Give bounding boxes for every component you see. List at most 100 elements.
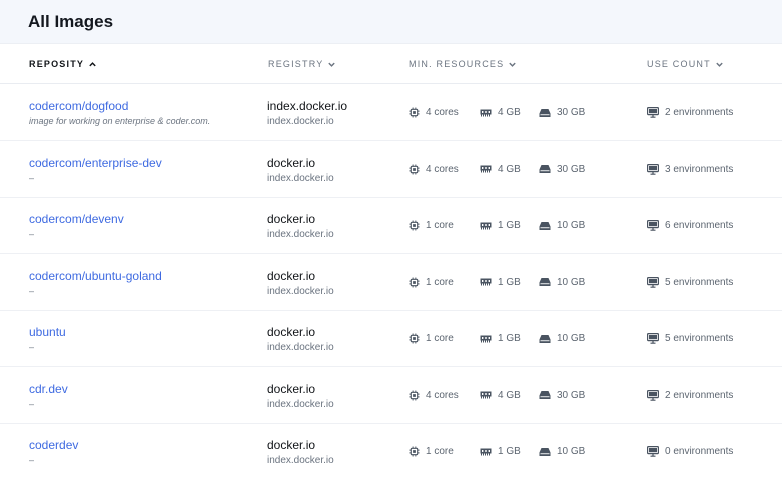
repository-description: –: [29, 229, 35, 239]
memory-resource: 4 GB: [480, 164, 521, 175]
cpu-resource: 4 cores: [409, 164, 459, 175]
hard-drive-icon: [539, 165, 551, 173]
repository-description: image for working on enterprise & coder.…: [29, 116, 211, 126]
use-count: 5 environments: [647, 277, 733, 288]
disk-value: 10 GB: [557, 333, 586, 344]
cpu-value: 1 core: [426, 276, 454, 288]
column-header-repository[interactable]: Reposity: [29, 59, 97, 69]
memory-value: 1 GB: [498, 276, 521, 288]
registry-name: docker.io: [267, 438, 316, 452]
memory-resource: 1 GB: [480, 333, 521, 344]
use-count-value: 2 environments: [665, 107, 734, 118]
cpu-icon: [409, 446, 420, 457]
monitor-icon: [647, 446, 659, 457]
disk-resource: 30 GB: [539, 164, 585, 175]
memory-value: 1 GB: [498, 333, 521, 344]
use-count: 6 environments: [647, 220, 733, 231]
registry-name: docker.io: [267, 268, 316, 283]
repository-link[interactable]: codercom/enterprise-dev: [29, 156, 162, 170]
monitor-icon: [647, 220, 659, 231]
memory-value: 1 GB: [498, 446, 521, 457]
cpu-resource: 1 core: [409, 220, 454, 231]
registry-name: docker.io: [267, 325, 316, 339]
disk-value: 30 GB: [557, 163, 586, 175]
memory-value: 1 GB: [498, 220, 521, 231]
repository-link[interactable]: coderdev: [29, 438, 78, 452]
page-title: All Images: [28, 12, 114, 31]
monitor-icon: [647, 276, 659, 288]
memory-resource: 4 GB: [480, 390, 521, 401]
disk-value: 10 GB: [557, 446, 586, 457]
hard-drive-icon: [539, 391, 551, 399]
registry-name: index.docker.io: [267, 99, 348, 113]
cpu-icon: [409, 389, 420, 401]
disk-resource: 10 GB: [539, 220, 585, 231]
hard-drive-icon: [539, 278, 551, 286]
repository-link[interactable]: codercom/devenv: [29, 212, 124, 226]
registry-url: index.docker.io: [267, 342, 334, 353]
cpu-value: 4 cores: [426, 107, 459, 118]
column-header-use-count[interactable]: Use Count: [647, 59, 724, 69]
monitor-icon: [647, 163, 659, 175]
use-count: 2 environments: [647, 107, 733, 118]
registry-name: docker.io: [267, 212, 316, 226]
memory-icon: [480, 391, 492, 399]
column-header-use-count-label: Use Count: [647, 59, 711, 69]
repository-description: –: [29, 455, 35, 465]
memory-icon: [480, 448, 492, 455]
cpu-value: 4 cores: [426, 163, 459, 175]
use-count-value: 6 environments: [665, 220, 734, 231]
registry-url: index.docker.io: [267, 172, 334, 184]
disk-resource: 10 GB: [539, 277, 585, 288]
hard-drive-icon: [539, 334, 551, 343]
chevron-up-icon: [89, 61, 96, 66]
table-row[interactable]: coderdev – docker.io index.docker.io 1 c…: [0, 423, 782, 480]
table-row[interactable]: cdr.dev – docker.io index.docker.io 4 co…: [0, 367, 782, 424]
cpu-resource: 1 core: [409, 446, 454, 457]
cpu-icon: [409, 333, 420, 344]
cpu-resource: 4 cores: [409, 107, 459, 118]
use-count: 0 environments: [647, 446, 733, 457]
monitor-icon: [647, 107, 659, 118]
registry-name: docker.io: [267, 155, 316, 170]
hard-drive-icon: [539, 108, 551, 117]
column-header-registry[interactable]: Registry: [268, 59, 336, 69]
table-row[interactable]: codercom/ubuntu-goland – docker.io index…: [0, 254, 782, 311]
chevron-down-icon: [509, 62, 517, 67]
memory-resource: 1 GB: [480, 446, 521, 457]
memory-resource: 1 GB: [480, 277, 521, 288]
use-count-value: 0 environments: [665, 446, 734, 457]
repository-description: –: [29, 398, 35, 409]
column-header-registry-label: Registry: [268, 59, 324, 69]
repository-description: –: [29, 285, 35, 296]
hard-drive-icon: [539, 221, 551, 230]
images-panel: All Images Reposity Registry Min. Resour…: [0, 0, 782, 478]
use-count-value: 5 environments: [665, 276, 734, 288]
memory-icon: [480, 109, 492, 116]
table-row[interactable]: codercom/enterprise-dev – docker.io inde…: [0, 141, 782, 198]
use-count: 2 environments: [647, 390, 733, 401]
table-row[interactable]: codercom/devenv – docker.io index.docker…: [0, 197, 782, 254]
monitor-icon: [647, 389, 659, 401]
memory-icon: [480, 165, 492, 173]
cpu-value: 1 core: [426, 446, 454, 457]
disk-value: 10 GB: [557, 220, 586, 231]
monitor-icon: [647, 333, 659, 344]
registry-url: index.docker.io: [267, 398, 334, 410]
disk-value: 30 GB: [557, 389, 586, 401]
repository-link[interactable]: ubuntu: [29, 325, 66, 339]
table-row[interactable]: ubuntu – docker.io index.docker.io 1 cor…: [0, 310, 782, 367]
cpu-icon: [409, 163, 420, 175]
repository-description: –: [29, 342, 35, 352]
repository-link[interactable]: codercom/ubuntu-goland: [29, 269, 162, 283]
memory-icon: [480, 335, 492, 342]
column-header-resources[interactable]: Min. Resources: [409, 59, 517, 69]
title-bar: All Images: [0, 0, 782, 44]
cpu-value: 1 core: [426, 220, 454, 231]
chevron-down-icon: [328, 62, 336, 67]
cpu-icon: [409, 276, 420, 288]
repository-link[interactable]: codercom/dogfood: [29, 99, 128, 113]
repository-link[interactable]: cdr.dev: [29, 382, 68, 396]
disk-value: 10 GB: [557, 276, 586, 288]
table-row[interactable]: codercom/dogfood image for working on en…: [0, 84, 782, 141]
